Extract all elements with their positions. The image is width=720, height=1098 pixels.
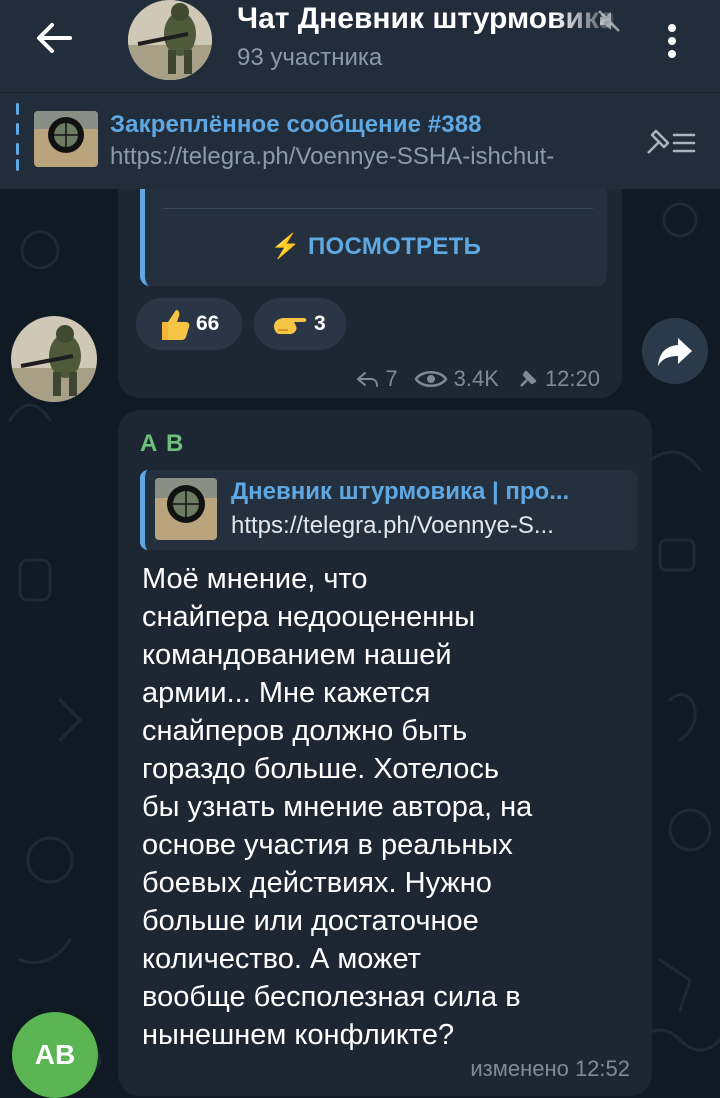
message-text: Моё мнение, что снайпера недооцененны ко… — [142, 563, 533, 1051]
reaction-count: 3 — [314, 312, 326, 335]
message-time: 12:20 — [544, 366, 600, 391]
chat-title[interactable]: Чат Дневник штурмовика — [237, 2, 622, 42]
more-menu-icon[interactable] — [654, 18, 690, 64]
message-meta: 7 3.4K 12:20 — [355, 366, 600, 392]
edited-timestamp: изменено 12:52 — [470, 1056, 630, 1081]
message-bubble[interactable]: ⚡ ПОСМОТРЕТЬ 66 3 7 3.4K 12:20 — [118, 170, 622, 398]
eye-icon — [414, 371, 448, 387]
reaction-count: 66 — [196, 312, 220, 335]
divider — [163, 208, 593, 209]
pin-position-indicator — [16, 101, 20, 171]
reply-preview[interactable]: Дневник штурмовика | про... https://tele… — [140, 470, 637, 550]
share-button[interactable] — [642, 318, 708, 384]
reply-thumbnail — [155, 478, 217, 540]
thumbs-up-icon — [162, 310, 190, 340]
replies-count: 7 — [385, 366, 398, 391]
channel-avatar[interactable] — [11, 316, 97, 402]
pinned-title: Закреплённое сообщение #388 — [110, 111, 482, 138]
pinned-message-bar[interactable]: Закреплённое сообщение #388 https://tele… — [0, 92, 720, 189]
chat-avatar[interactable] — [128, 0, 212, 80]
views-count: 3.4K — [453, 366, 499, 391]
reaction-thumbs-up[interactable]: 66 — [136, 298, 242, 350]
message-bubble[interactable]: А В Дневник штурмовика | про... https://… — [118, 410, 652, 1096]
pinned-url: https://telegra.ph/Voennye-SSHA-ishchut- — [110, 143, 555, 170]
reply-arrow-icon — [356, 372, 379, 387]
pin-icon — [520, 370, 537, 387]
reply-title: Дневник штурмовика | про... — [231, 478, 570, 505]
pointing-hand-icon — [274, 318, 307, 334]
pinned-list-icon[interactable] — [642, 123, 700, 163]
members-count: 93 участника — [237, 44, 383, 71]
pinned-thumbnail — [34, 111, 98, 167]
view-button-label: ПОСМОТРЕТЬ — [307, 233, 482, 260]
lightning-icon: ⚡ — [270, 233, 308, 260]
chat-header: Чат Дневник штурмовика 93 участника — [0, 0, 720, 92]
reaction-pointing-hand[interactable]: 3 — [254, 298, 346, 350]
user-avatar[interactable]: AB — [12, 1012, 98, 1098]
back-arrow-icon[interactable] — [30, 18, 80, 58]
view-button[interactable]: ⚡ ПОСМОТРЕТЬ — [145, 232, 607, 261]
share-arrow-icon — [658, 338, 692, 366]
mute-icon — [598, 10, 620, 32]
reply-url: https://telegra.ph/Voennye-S... — [231, 512, 554, 539]
sender-name[interactable]: А В — [140, 430, 184, 458]
